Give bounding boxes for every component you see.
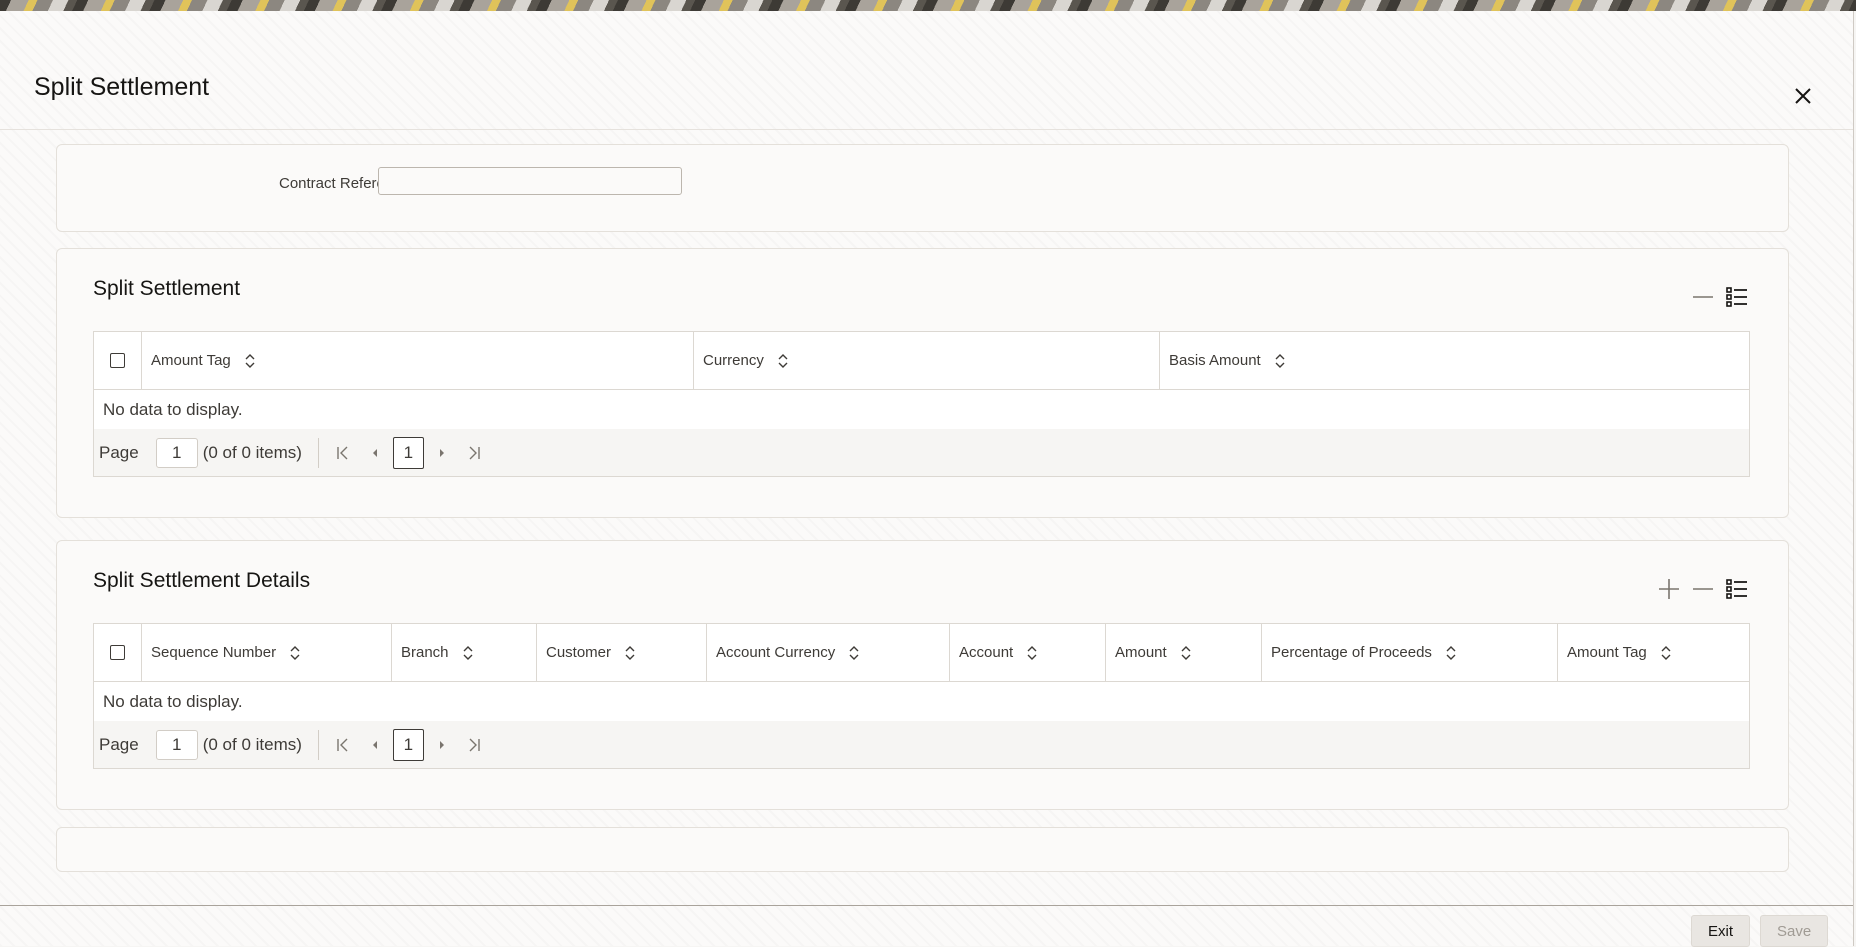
select-all-checkbox[interactable]: [110, 353, 125, 368]
column-header[interactable]: Account: [950, 624, 1106, 681]
close-button[interactable]: [1790, 83, 1816, 109]
next-page-icon: [439, 740, 444, 749]
column-header[interactable]: Amount: [1106, 624, 1262, 681]
column-list-icon: [1726, 579, 1747, 599]
column-label: Currency: [703, 352, 764, 369]
sort-icon[interactable]: [245, 353, 255, 368]
page-number-input[interactable]: 1: [155, 729, 198, 760]
pagination: Page 1 (0 of 0 items) 1: [94, 721, 1749, 768]
page-label: Page: [99, 442, 139, 462]
column-label: Percentage of Proceeds: [1271, 644, 1432, 661]
prev-page-icon: [372, 740, 377, 749]
column-label: Account: [959, 644, 1014, 661]
sort-icon[interactable]: [1275, 353, 1285, 368]
add-row-button[interactable]: [1656, 576, 1682, 602]
split-settlement-window: Split Settlement Contract Reference Spli…: [0, 11, 1854, 947]
column-label: Sequence Number: [151, 644, 277, 661]
column-label: Amount Tag: [1567, 644, 1647, 661]
last-page-icon: [469, 738, 480, 751]
pagination: Page 1 (0 of 0 items) 1: [94, 429, 1749, 476]
footer-divider: [0, 905, 1853, 906]
sort-icon[interactable]: [1181, 645, 1191, 660]
column-header[interactable]: Currency: [694, 332, 1160, 389]
split-settlement-panel: Split Settlement Amount Tag Currency Bas…: [56, 248, 1789, 518]
plus-icon: [1659, 579, 1679, 599]
prev-page-button[interactable]: [359, 437, 391, 469]
empty-panel: [56, 827, 1789, 872]
pager-divider: [317, 729, 319, 760]
empty-message: No data to display.: [103, 692, 243, 711]
sort-icon[interactable]: [1027, 645, 1037, 660]
last-page-button[interactable]: [458, 437, 490, 469]
column-header[interactable]: Basis Amount: [1160, 332, 1751, 389]
minus-icon: [1693, 296, 1713, 298]
split-settlement-details-panel: Split Settlement Details Sequence Number…: [56, 540, 1789, 810]
contract-panel: Contract Reference: [56, 144, 1789, 232]
next-page-button[interactable]: [426, 729, 458, 761]
sort-icon[interactable]: [1661, 645, 1671, 660]
column-options-button[interactable]: [1724, 284, 1750, 310]
column-label: Customer: [546, 644, 612, 661]
column-header[interactable]: Amount Tag: [1558, 624, 1751, 681]
split-settlement-title: Split Settlement: [93, 277, 241, 300]
first-page-icon: [337, 446, 348, 459]
split-details-toolbar: [1656, 576, 1750, 602]
last-page-icon: [469, 446, 480, 459]
current-page[interactable]: 1: [392, 436, 424, 469]
prev-page-button[interactable]: [359, 729, 391, 761]
dialog-title: Split Settlement: [34, 73, 210, 101]
column-label: Basis Amount: [1169, 352, 1261, 369]
sort-icon[interactable]: [625, 645, 635, 660]
contract-reference-input[interactable]: [378, 167, 682, 195]
select-all-checkbox[interactable]: [110, 645, 125, 660]
select-all-cell: [94, 624, 142, 681]
first-page-button[interactable]: [327, 437, 359, 469]
current-page[interactable]: 1: [392, 728, 424, 761]
column-header[interactable]: Account Currency: [707, 624, 950, 681]
sort-icon[interactable]: [463, 645, 473, 660]
prev-page-icon: [372, 448, 377, 457]
table-header: Sequence Number Branch Customer Account …: [94, 624, 1749, 682]
column-label: Amount Tag: [151, 352, 231, 369]
save-button[interactable]: Save: [1760, 915, 1829, 947]
exit-button[interactable]: Exit: [1691, 915, 1751, 947]
items-count: (0 of 0 items): [202, 734, 302, 754]
column-label: Account Currency: [716, 644, 836, 661]
column-header[interactable]: Amount Tag: [142, 332, 694, 389]
select-all-cell: [94, 332, 142, 389]
split-settlement-details-title: Split Settlement Details: [93, 569, 311, 592]
next-page-button[interactable]: [426, 437, 458, 469]
split-settlement-details-table: Sequence Number Branch Customer Account …: [93, 623, 1750, 769]
sort-icon[interactable]: [778, 353, 788, 368]
column-header[interactable]: Customer: [537, 624, 707, 681]
title-divider: [0, 129, 1853, 130]
close-icon: [1795, 88, 1811, 104]
sort-icon[interactable]: [290, 645, 300, 660]
last-page-button[interactable]: [458, 729, 490, 761]
sort-icon[interactable]: [1446, 645, 1456, 660]
remove-row-button[interactable]: [1690, 284, 1716, 310]
pager-divider: [317, 437, 319, 468]
column-list-icon: [1726, 287, 1747, 307]
minus-icon: [1693, 588, 1713, 590]
column-header[interactable]: Sequence Number: [142, 624, 392, 681]
split-settlement-table: Amount Tag Currency Basis Amount No data…: [93, 331, 1750, 477]
first-page-icon: [337, 738, 348, 751]
table-header: Amount Tag Currency Basis Amount: [94, 332, 1749, 390]
column-label: Branch: [401, 644, 449, 661]
next-page-icon: [439, 448, 444, 457]
split-settlement-toolbar: [1690, 284, 1750, 310]
app-banner: [0, 0, 1856, 11]
column-options-button[interactable]: [1724, 576, 1750, 602]
page-label: Page: [99, 734, 139, 754]
column-header[interactable]: Percentage of Proceeds: [1262, 624, 1558, 681]
page-number-input[interactable]: 1: [155, 437, 198, 468]
sort-icon[interactable]: [849, 645, 859, 660]
column-label: Amount: [1115, 644, 1167, 661]
empty-message: No data to display.: [103, 400, 243, 419]
remove-row-button[interactable]: [1690, 576, 1716, 602]
first-page-button[interactable]: [327, 729, 359, 761]
column-header[interactable]: Branch: [392, 624, 537, 681]
items-count: (0 of 0 items): [202, 442, 302, 462]
